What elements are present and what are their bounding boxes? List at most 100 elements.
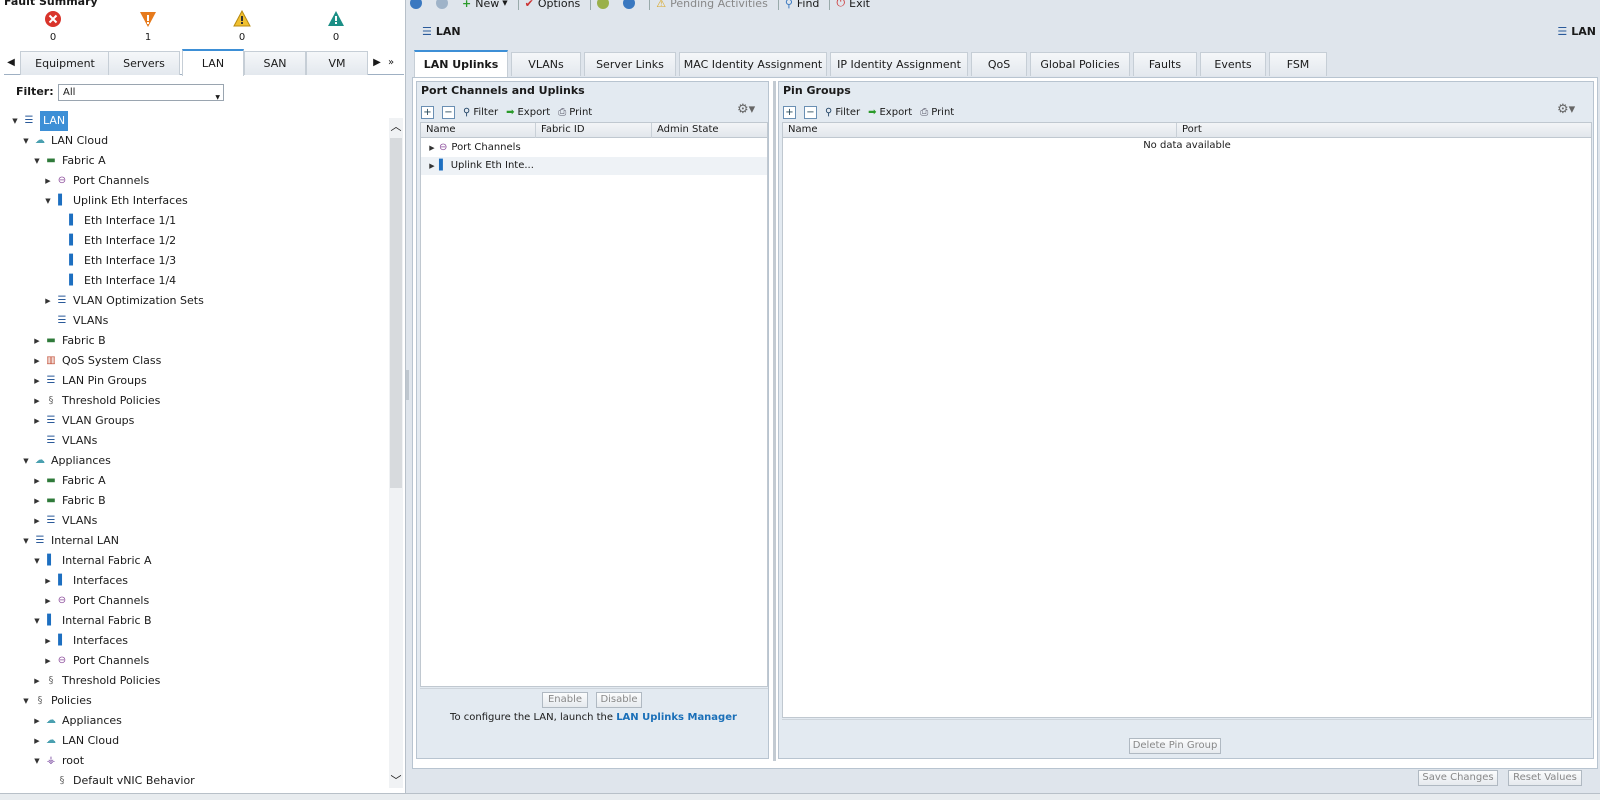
collapse-icon[interactable]: ▼ [43, 191, 53, 211]
tree-item[interactable]: ▼ ⚶ root [32, 751, 84, 771]
scroll-up-icon[interactable]: ︿ [389, 118, 403, 134]
expand-icon[interactable]: ▶ [32, 411, 42, 431]
tab-fsm[interactable]: FSM [1269, 52, 1327, 76]
print-button[interactable]: ⎙ Print [558, 107, 592, 118]
tab-ip-identity-assignment[interactable]: IP Identity Assignment [830, 52, 968, 76]
expand-icon[interactable]: ▶ [32, 731, 42, 751]
tab-vlans[interactable]: VLANs [511, 52, 581, 76]
reset-values-button[interactable]: Reset Values [1508, 770, 1582, 786]
expand-icon[interactable]: ▶ [32, 471, 42, 491]
gear-icon[interactable]: ⚙▾ [1557, 102, 1575, 117]
tab-mac-identity-assignment[interactable]: MAC Identity Assignment [679, 52, 827, 76]
collapse-icon[interactable]: ▼ [32, 151, 42, 171]
tree-item[interactable]: ▌ Eth Interface 1/1 [54, 211, 176, 231]
tree-item[interactable]: ▶ ▬ Fabric A [32, 471, 105, 491]
expand-icon[interactable]: ▶ [32, 391, 42, 411]
expand-icon[interactable]: ▶ [43, 591, 53, 611]
gear-icon[interactable]: ⚙▾ [737, 102, 755, 117]
column-port[interactable]: Port [1177, 123, 1591, 138]
collapse-icon[interactable]: ▼ [32, 751, 42, 771]
expand-icon[interactable]: ▶ [32, 351, 42, 371]
back-button[interactable] [410, 0, 426, 9]
filter-select[interactable]: All ▼ [58, 84, 224, 101]
expand-icon[interactable]: ▶ [32, 491, 42, 511]
find-button[interactable]: ⚲ Find [785, 0, 820, 10]
expand-icon[interactable]: ▶ [43, 571, 53, 591]
tree-item[interactable]: ▌ Eth Interface 1/3 [54, 251, 176, 271]
tab-scroll-left-icon[interactable]: ◀ [4, 51, 18, 75]
breadcrumb-label[interactable]: LAN [436, 25, 461, 38]
export-button[interactable]: ➡ Export [868, 107, 912, 118]
tree-item[interactable]: ▶ ☰ VLANs [32, 511, 97, 531]
tree-scrollbar[interactable]: ︿ ﹀ [389, 118, 403, 788]
collapse-icon[interactable]: ▼ [32, 551, 42, 571]
print-button[interactable]: ⎙ Print [920, 107, 954, 118]
tree-item[interactable]: ▼ ▬ Fabric A [32, 151, 105, 171]
table-row[interactable]: ▶ ⊖ Port Channels [421, 139, 767, 157]
tree-item[interactable]: ▶ ⊖ Port Channels [43, 171, 149, 191]
tab-lan[interactable]: LAN [182, 49, 244, 76]
tab-san[interactable]: SAN [244, 51, 306, 75]
tree-item[interactable]: ▶ ☁ LAN Cloud [32, 731, 119, 751]
delete-pin-group-button[interactable]: Delete Pin Group [1129, 738, 1221, 754]
tree-item[interactable]: ▶ ☰ VLAN Optimization Sets [43, 291, 204, 311]
tab-lan-uplinks[interactable]: LAN Uplinks [414, 50, 508, 77]
pane-splitter[interactable] [406, 370, 409, 400]
expand-icon[interactable]: ▶ [427, 157, 437, 175]
add-icon[interactable]: + [783, 105, 796, 119]
expand-all-icon[interactable]: + [421, 105, 434, 119]
tree-item[interactable]: ▶ ▥ QoS System Class [32, 351, 161, 371]
tab-faults[interactable]: Faults [1133, 52, 1197, 76]
tree-item[interactable]: ▶ ⊖ Port Channels [43, 651, 149, 671]
tab-server-links[interactable]: Server Links [584, 52, 676, 76]
tab-qos[interactable]: QoS [971, 52, 1027, 76]
lan-uplinks-manager-link[interactable]: LAN Uplinks Manager [616, 712, 737, 723]
tree-item[interactable]: ▶ ▬ Fabric B [32, 491, 105, 511]
tree-item[interactable]: ▶ ▬ Fabric B [32, 331, 105, 351]
tree-item[interactable]: ▶ ▌ Interfaces [43, 631, 128, 651]
critical-fault[interactable]: 0 [33, 10, 73, 43]
expand-icon[interactable]: ▶ [43, 291, 53, 311]
tree-item[interactable]: ▶ ⊖ Port Channels [43, 591, 149, 611]
tab-events[interactable]: Events [1200, 52, 1266, 76]
tree-item[interactable]: ▼ ☰ LAN [10, 111, 69, 131]
tree-item[interactable]: ▶ § Threshold Policies [32, 671, 160, 691]
tab-equipment[interactable]: Equipment [20, 51, 110, 75]
info-button[interactable] [623, 0, 639, 9]
tree-item[interactable]: ▼ § Policies [21, 691, 91, 711]
tree-item[interactable]: ▌ Eth Interface 1/4 [54, 271, 176, 291]
new-button[interactable]: + New ▼ [462, 0, 508, 10]
options-button[interactable]: ✔ Options [525, 0, 581, 10]
expand-icon[interactable]: ▶ [43, 171, 53, 191]
expand-icon[interactable]: ▶ [32, 671, 42, 691]
delete-icon[interactable]: − [804, 105, 817, 119]
tree-item[interactable]: § Default vNIC Behavior [43, 771, 195, 791]
save-changes-button[interactable]: Save Changes [1418, 770, 1498, 786]
tree-item[interactable]: ▶ ☰ VLAN Groups [32, 411, 134, 431]
tree-item[interactable]: ▶ ▌ Interfaces [43, 571, 128, 591]
collapse-icon[interactable]: ▼ [21, 531, 31, 551]
tab-global-policies[interactable]: Global Policies [1030, 52, 1130, 76]
expand-icon[interactable]: ▶ [32, 711, 42, 731]
tree-item[interactable]: ▼ ▌ Internal Fabric B [32, 611, 151, 631]
panel-splitter[interactable] [773, 81, 776, 761]
table-row[interactable]: ▶ ▌ Uplink Eth Inte... [421, 157, 767, 175]
tree-item[interactable]: ▼ ▌ Internal Fabric A [32, 551, 151, 571]
expand-icon[interactable]: ▶ [43, 651, 53, 671]
export-button[interactable]: ➡ Export [506, 107, 550, 118]
expand-icon[interactable]: ▶ [32, 511, 42, 531]
tree-item[interactable]: ▶ ☰ LAN Pin Groups [32, 371, 146, 391]
expand-icon[interactable]: ▶ [32, 371, 42, 391]
filter-button[interactable]: ⚲ Filter [825, 107, 860, 118]
minor-fault[interactable]: 0 [222, 10, 262, 43]
pending-activities-button[interactable]: ⚠ Pending Activities [656, 0, 768, 10]
scrollbar-thumb[interactable] [390, 138, 402, 488]
tree-item[interactable]: ▶ ☁ Appliances [32, 711, 122, 731]
scroll-down-icon[interactable]: ﹀ [389, 772, 403, 788]
tab-overflow-icon[interactable]: » [384, 51, 398, 75]
tree-item[interactable]: ▼ ☰ Internal LAN [21, 531, 119, 551]
tab-vm[interactable]: VM [306, 51, 368, 75]
collapse-icon[interactable]: ▼ [10, 111, 20, 131]
collapse-all-icon[interactable]: − [442, 105, 455, 119]
tab-servers[interactable]: Servers [108, 51, 180, 75]
